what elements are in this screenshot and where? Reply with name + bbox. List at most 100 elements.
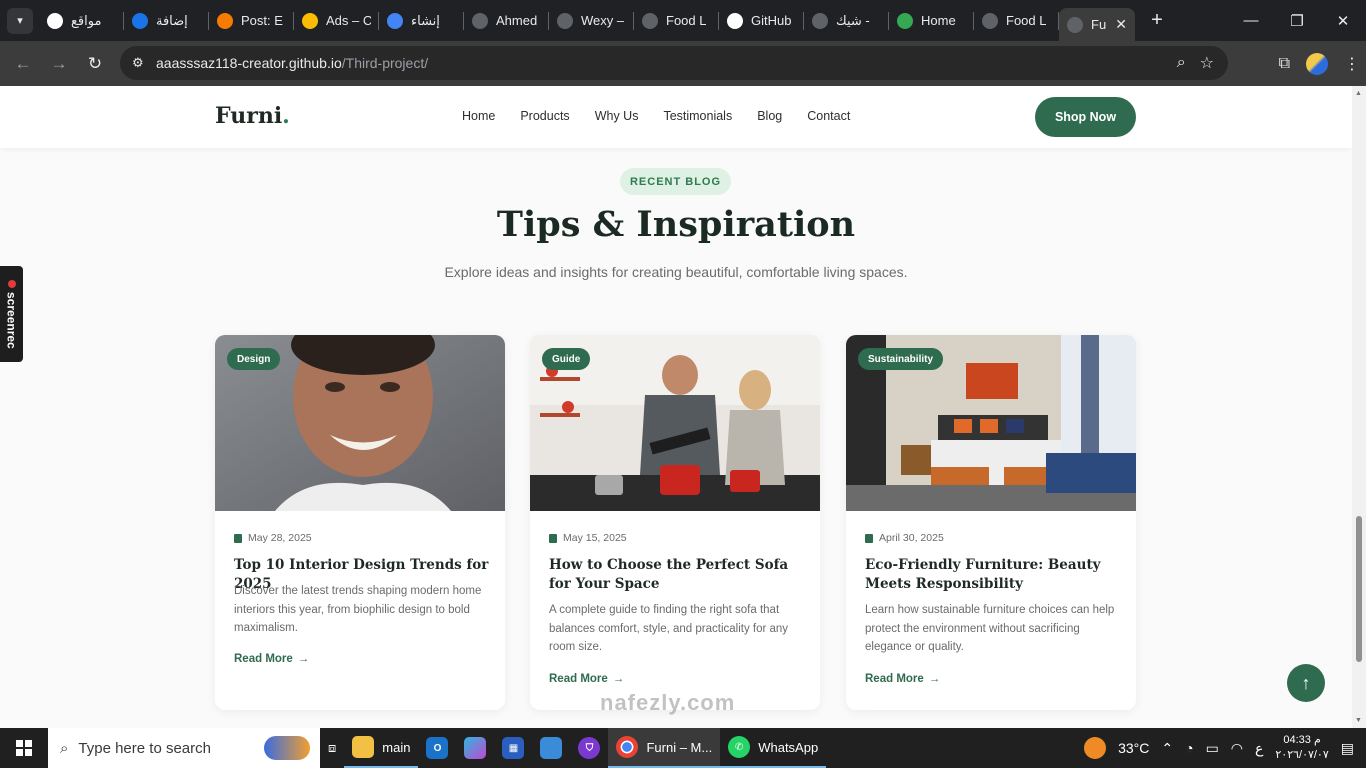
nav-link-contact[interactable]: Contact [807,109,850,123]
tab-search-button[interactable]: ▾ [7,7,33,34]
start-button[interactable] [0,728,48,768]
browser-tab[interactable]: إنشاء [379,0,464,41]
clock[interactable]: 04:33 م ٢٠٢٦/٠٧/٠٧ [1275,733,1328,763]
nav-link-why-us[interactable]: Why Us [595,109,639,123]
browser-tab[interactable]: Food L [634,0,719,41]
search-highlight-image [264,736,310,760]
chrome-icon [616,736,639,758]
screenrec-widget[interactable]: screenrec [0,266,23,362]
url-path: /Third-project/ [341,55,429,71]
app-icon [540,737,563,759]
tab-title: شيك - [836,12,870,28]
reload-button[interactable]: ↻ [77,46,113,82]
shop-now-button[interactable]: Shop Now [1035,97,1136,137]
minimize-button[interactable]: — [1228,0,1274,41]
nav-link-testimonials[interactable]: Testimonials [663,109,732,123]
post-title[interactable]: How to Choose the Perfect Sofa for Your … [549,556,804,594]
profile-avatar[interactable] [1306,52,1328,75]
read-more-link[interactable]: Read More → [549,673,624,685]
bookmark-star-icon[interactable]: ☆ [1200,53,1214,73]
browser-tab[interactable]: إضافة [124,0,209,41]
site-logo[interactable]: Furni. [215,103,290,129]
scroll-down-icon[interactable]: ▼ [1355,717,1362,724]
network-icon[interactable]: ◔ [1185,740,1193,756]
tab-list: مواقع إضافة Post: E Ads – C إنشاء Ahmed Wexy –… [39,0,1135,41]
nav-link-home[interactable]: Home [462,109,495,123]
blog-image-bedroom[interactable]: Sustainability [846,335,1136,511]
section-subtitle: Explore ideas and insights for creating … [444,264,908,280]
taskbar-vpn[interactable]: ⛉ [570,728,608,768]
new-tab-button[interactable]: + [1143,7,1171,35]
weather-temp[interactable]: 33°C [1118,740,1149,756]
language-indicator[interactable]: ع [1255,740,1263,757]
globe-icon [812,12,828,29]
taskbar-store[interactable]: ▦ [494,728,532,768]
browser-tab[interactable]: Post: E [209,0,294,41]
taskbar-copilot[interactable] [456,728,494,768]
category-badge: Design [227,348,281,370]
chevron-up-icon[interactable]: ⌃ [1161,740,1173,757]
extensions-icon[interactable]: ⧉ [1279,55,1290,73]
outlook-icon: O [426,737,449,759]
back-button[interactable]: ← [5,46,41,82]
tab-title: إضافة [156,12,188,28]
globe-icon [557,12,573,29]
menu-kebab-icon[interactable]: ⋮ [1344,54,1360,74]
scroll-up-icon[interactable]: ▲ [1355,90,1362,97]
task-view-button[interactable]: ⧈ [320,728,344,768]
nav-link-blog[interactable]: Blog [757,109,782,123]
nav-link-products[interactable]: Products [520,109,569,123]
browser-tab[interactable]: شيك - [804,0,889,41]
globe-icon [1067,16,1083,33]
read-more-link[interactable]: Read More → [234,653,309,665]
taskbar-chrome[interactable]: Furni – M... [608,728,721,768]
page-scrollbar[interactable]: ▲ ▼ [1352,86,1366,728]
taskbar-folder-main[interactable]: main [344,728,419,768]
browser-tab[interactable]: Fu ✕ [1059,8,1135,41]
wifi-icon[interactable]: ◠ [1231,740,1243,757]
browser-tab[interactable]: Ads – C [294,0,379,41]
chevron-down-icon: ▾ [17,15,23,27]
post-title[interactable]: Eco-Friendly Furniture: Beauty Meets Res… [865,556,1120,594]
browser-tab[interactable]: Ahmed [464,0,549,41]
zoom-icon[interactable]: ⌕ [1177,54,1186,72]
search-placeholder: Type here to search [78,739,211,757]
url-host: aaasssaz118-creator.github.io [156,55,342,71]
arrow-right-icon: → [612,673,625,685]
scrollbar-thumb[interactable] [1356,516,1362,662]
taskbar-app[interactable] [532,728,570,768]
browser-tab[interactable]: Food L [974,0,1059,41]
tab-title: Ads – C [326,13,371,28]
browser-tab[interactable]: Home [889,0,974,41]
task-view-icon: ⧈ [328,740,337,755]
restore-button[interactable]: ❐ [1274,0,1320,41]
browser-tab[interactable]: GitHub [719,0,804,41]
taskbar-search[interactable]: ⌕ Type here to search [48,728,320,768]
browser-toolbar: ← → ↻ ⚙ aaasssaz118-creator.github.io/Th… [0,41,1366,86]
read-more-link[interactable]: Read More → [865,673,940,685]
browser-tab[interactable]: Wexy – [549,0,634,41]
close-window-button[interactable]: ✕ [1320,0,1366,41]
browser-tab[interactable]: مواقع [39,0,124,41]
site-info-icon[interactable]: ⚙ [132,55,156,71]
post-date: April 30, 2025 [865,532,944,544]
blog-image-kitchen[interactable]: Guide [530,335,820,511]
post-date: May 15, 2025 [549,532,627,544]
taskbar-whatsapp[interactable]: ✆ WhatsApp [720,728,827,768]
back-to-top-button[interactable]: ↑ [1287,664,1325,702]
taskbar-outlook[interactable]: O [418,728,456,768]
notification-icon[interactable]: ▤ [1341,740,1354,757]
blog-image-portrait[interactable]: Design [215,335,505,511]
forward-button[interactable]: → [41,46,77,82]
address-bar[interactable]: ⚙ aaasssaz118-creator.github.io/Third-pr… [120,46,1228,80]
tab-title: Post: E [241,13,283,28]
tab-title: Food L [1006,13,1047,28]
folder-icon [352,736,375,758]
blog-card: Guide May 15, 2025 How to Choose the Per… [530,335,820,710]
weather-icon[interactable] [1084,737,1107,759]
calendar-icon [549,533,557,543]
battery-icon[interactable]: ▭ [1206,740,1219,757]
close-tab-icon[interactable]: ✕ [1115,16,1127,33]
calendar-icon [234,533,242,543]
blog-card: Sustainability April 30, 2025 Eco-Friend… [846,335,1136,710]
